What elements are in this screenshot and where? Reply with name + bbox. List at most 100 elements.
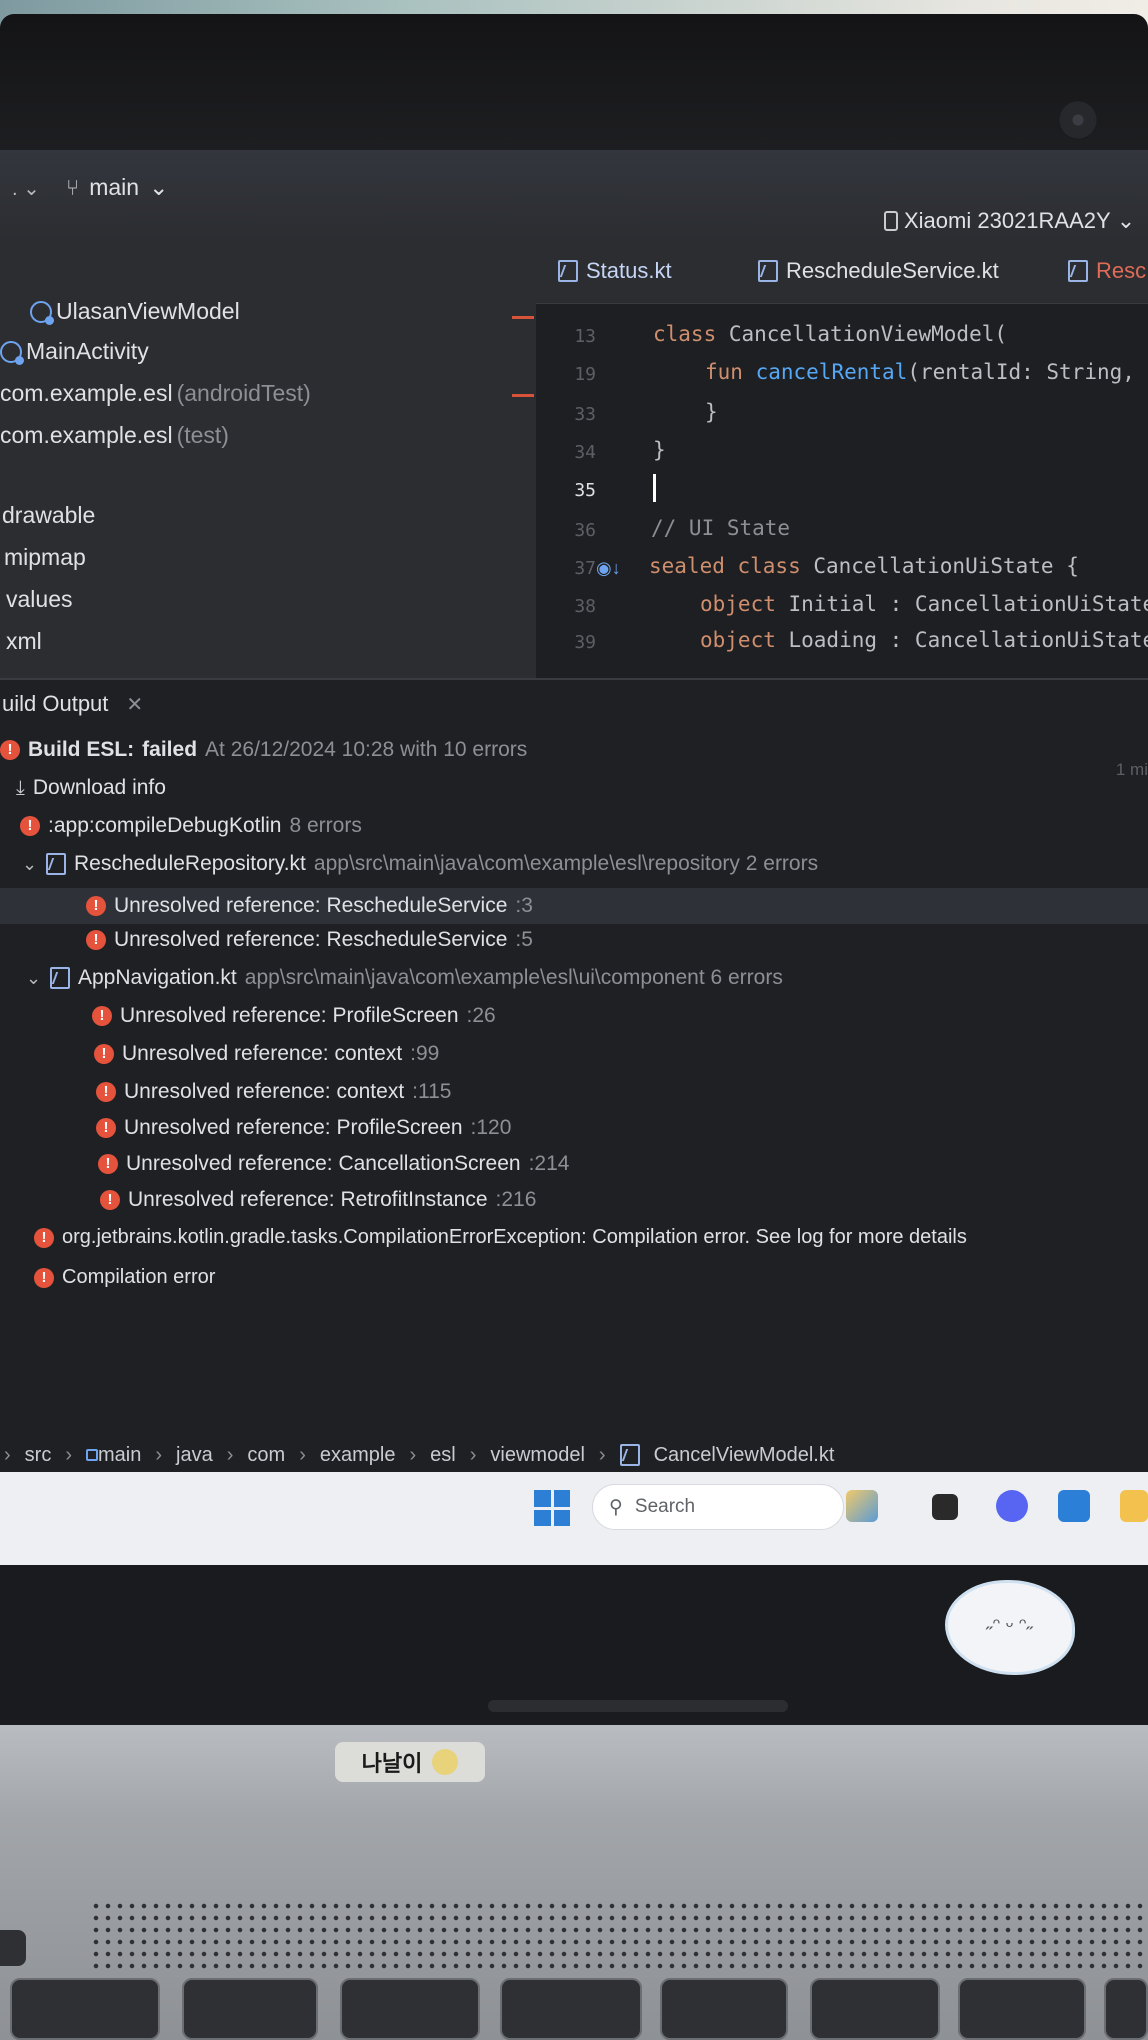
code-keyword: class — [653, 322, 717, 346]
taskbar-search[interactable]: ⚲ Search — [592, 1484, 844, 1530]
code-text: CancellationUiState { — [800, 554, 1079, 578]
code-text: Loading : CancellationUiState — [775, 628, 1148, 652]
tree-item-values[interactable]: values — [6, 586, 72, 613]
error-line: :214 — [528, 1152, 570, 1175]
taskbar-widget-icon[interactable] — [846, 1490, 878, 1522]
taskbar-app-icon[interactable] — [932, 1494, 958, 1520]
tree-item-androidtest[interactable]: com.example.esl (androidTest) — [0, 380, 311, 407]
chevron-down-icon: ⌄ — [22, 853, 38, 874]
code-line: } — [653, 438, 666, 462]
speaker-grille — [90, 1900, 1148, 1970]
line-number: 38 — [574, 596, 596, 617]
error-row[interactable]: ! Unresolved reference: RetrofitInstance… — [100, 1188, 536, 1212]
chevron-right-icon: › — [155, 1443, 163, 1466]
breadcrumb-label: main — [98, 1443, 142, 1466]
compilation-error-row[interactable]: ! Compilation error — [34, 1266, 215, 1289]
webcam — [1058, 100, 1098, 140]
error-icon: ! — [0, 740, 20, 760]
error-line: :26 — [466, 1004, 496, 1027]
breadcrumb-item[interactable]: src — [25, 1444, 52, 1467]
build-output-tab[interactable]: uild Output ✕ — [0, 680, 1148, 728]
error-row-selected[interactable]: ! Unresolved reference: RescheduleServic… — [0, 888, 1148, 924]
tree-item-drawable[interactable]: drawable — [2, 502, 95, 529]
breadcrumb-item[interactable]: com — [247, 1444, 285, 1467]
chevron-right-icon: › — [65, 1443, 73, 1466]
error-icon: ! — [94, 1044, 114, 1064]
code-editor[interactable]: Status.kt RescheduleService.kt Resc 13 1… — [536, 240, 1148, 678]
file-name: AppNavigation.kt — [78, 966, 237, 989]
error-row[interactable]: ! Unresolved reference: context :99 — [94, 1042, 439, 1066]
name-sticker-text: 나날이 — [361, 1751, 423, 1776]
tree-item-label: drawable — [2, 502, 96, 528]
chevron-right-icon: › — [299, 1443, 306, 1466]
error-marker — [512, 316, 534, 319]
error-row[interactable]: ! Unresolved reference: ProfileScreen :2… — [92, 1004, 496, 1028]
tree-item-hint: (test) — [176, 422, 229, 448]
exception-row[interactable]: ! org.jetbrains.kotlin.gradle.tasks.Comp… — [34, 1226, 967, 1249]
chevron-down-icon[interactable]: . ⌄ — [12, 176, 40, 201]
laptop-top-bezel — [0, 14, 1148, 160]
breadcrumb-item[interactable]: viewmodel — [490, 1444, 584, 1467]
kotlin-class-icon — [30, 300, 54, 325]
breadcrumb-item[interactable]: esl — [430, 1444, 456, 1467]
file-row-reschedulerepository[interactable]: ⌄ RescheduleRepository.kt app\src\main\j… — [22, 852, 818, 876]
name-sticker: 나날이 — [335, 1742, 485, 1782]
chevron-down-icon: ⌄ — [26, 967, 42, 988]
windows-icon[interactable] — [534, 1490, 570, 1526]
file-path: app\src\main\java\com\example\esl\reposi… — [313, 852, 819, 875]
build-summary-label: Build ESL: — [28, 738, 135, 761]
keyboard-key — [0, 1930, 26, 1966]
tree-item-label: UlasanViewModel — [56, 298, 240, 324]
breadcrumb: › src › main › java › com › example › es… — [0, 1438, 1148, 1472]
kotlin-file-icon — [558, 260, 578, 282]
error-message: Unresolved reference: CancellationScreen — [126, 1152, 521, 1175]
tree-item-xml[interactable]: xml — [6, 628, 42, 655]
download-info-row[interactable]: ⤓ Download info — [16, 776, 166, 800]
search-placeholder: Search — [634, 1496, 696, 1517]
tab-status-kt[interactable]: Status.kt — [558, 258, 672, 284]
device-selector[interactable]: Xiaomi 23021RAA2Y ⌄ — [884, 208, 1135, 234]
implementations-icon[interactable]: ◉↓ — [596, 558, 621, 579]
branch-selector[interactable]: ⑂ main ⌄ — [66, 174, 168, 201]
tab-resc[interactable]: Resc — [1068, 258, 1146, 284]
tree-item-label: xml — [6, 628, 42, 654]
chevron-down-icon: ⌄ — [149, 174, 169, 200]
error-row[interactable]: ! Unresolved reference: RescheduleServic… — [86, 928, 533, 952]
code-keyword: object — [700, 592, 776, 616]
error-icon: ! — [96, 1082, 116, 1102]
tree-item-label: com.example.esl — [0, 422, 173, 448]
code-comment: // UI State — [651, 516, 791, 540]
error-row[interactable]: ! Unresolved reference: ProfileScreen :1… — [96, 1116, 511, 1140]
build-summary-row[interactable]: ! Build ESL: failed At 26/12/2024 10:28 … — [0, 738, 527, 762]
code-keyword: fun — [705, 360, 743, 384]
tree-item-ulasanviewmodel[interactable]: UlasanViewModel — [30, 298, 240, 325]
breadcrumb-item-main[interactable]: main — [86, 1444, 141, 1467]
breadcrumb-item[interactable]: example — [320, 1444, 396, 1467]
code-text: (rentalId: String, — [907, 360, 1135, 384]
breadcrumb-item[interactable]: java — [176, 1444, 213, 1467]
tab-rescheduleservice-kt[interactable]: RescheduleService.kt — [758, 258, 999, 284]
error-row[interactable]: ! Unresolved reference: CancellationScre… — [98, 1152, 569, 1176]
taskbar-mail-icon[interactable] — [1058, 1490, 1090, 1522]
tree-item-mainactivity[interactable]: MainActivity — [0, 338, 149, 365]
branch-label: main — [89, 174, 140, 200]
chevron-right-icon: › — [226, 1443, 234, 1466]
error-row[interactable]: ! Unresolved reference: context :115 — [96, 1080, 451, 1104]
code-keyword: object — [700, 628, 776, 652]
taskbar-chat-icon[interactable] — [996, 1490, 1028, 1522]
error-icon: ! — [100, 1190, 120, 1210]
tree-item-mipmap[interactable]: mipmap — [4, 544, 86, 571]
error-icon: ! — [92, 1006, 112, 1026]
search-icon: ⚲ — [609, 1496, 623, 1518]
sticker-emoji — [432, 1749, 459, 1775]
code-line: sealed class CancellationUiState { — [649, 554, 1079, 578]
build-time-note: 1 mi — [1115, 760, 1148, 779]
file-row-appnavigation[interactable]: ⌄ AppNavigation.kt app\src\main\java\com… — [26, 966, 783, 990]
taskbar-folder-icon[interactable] — [1120, 1490, 1148, 1522]
build-status: failed — [142, 738, 198, 761]
tree-item-test[interactable]: com.example.esl (test) — [0, 422, 229, 449]
breadcrumb-item[interactable]: CancelViewModel.kt — [654, 1444, 835, 1467]
chevron-down-icon: ⌄ — [1116, 208, 1136, 233]
close-icon[interactable]: ✕ — [126, 692, 143, 717]
task-row[interactable]: ! :app:compileDebugKotlin 8 errors — [20, 814, 362, 838]
